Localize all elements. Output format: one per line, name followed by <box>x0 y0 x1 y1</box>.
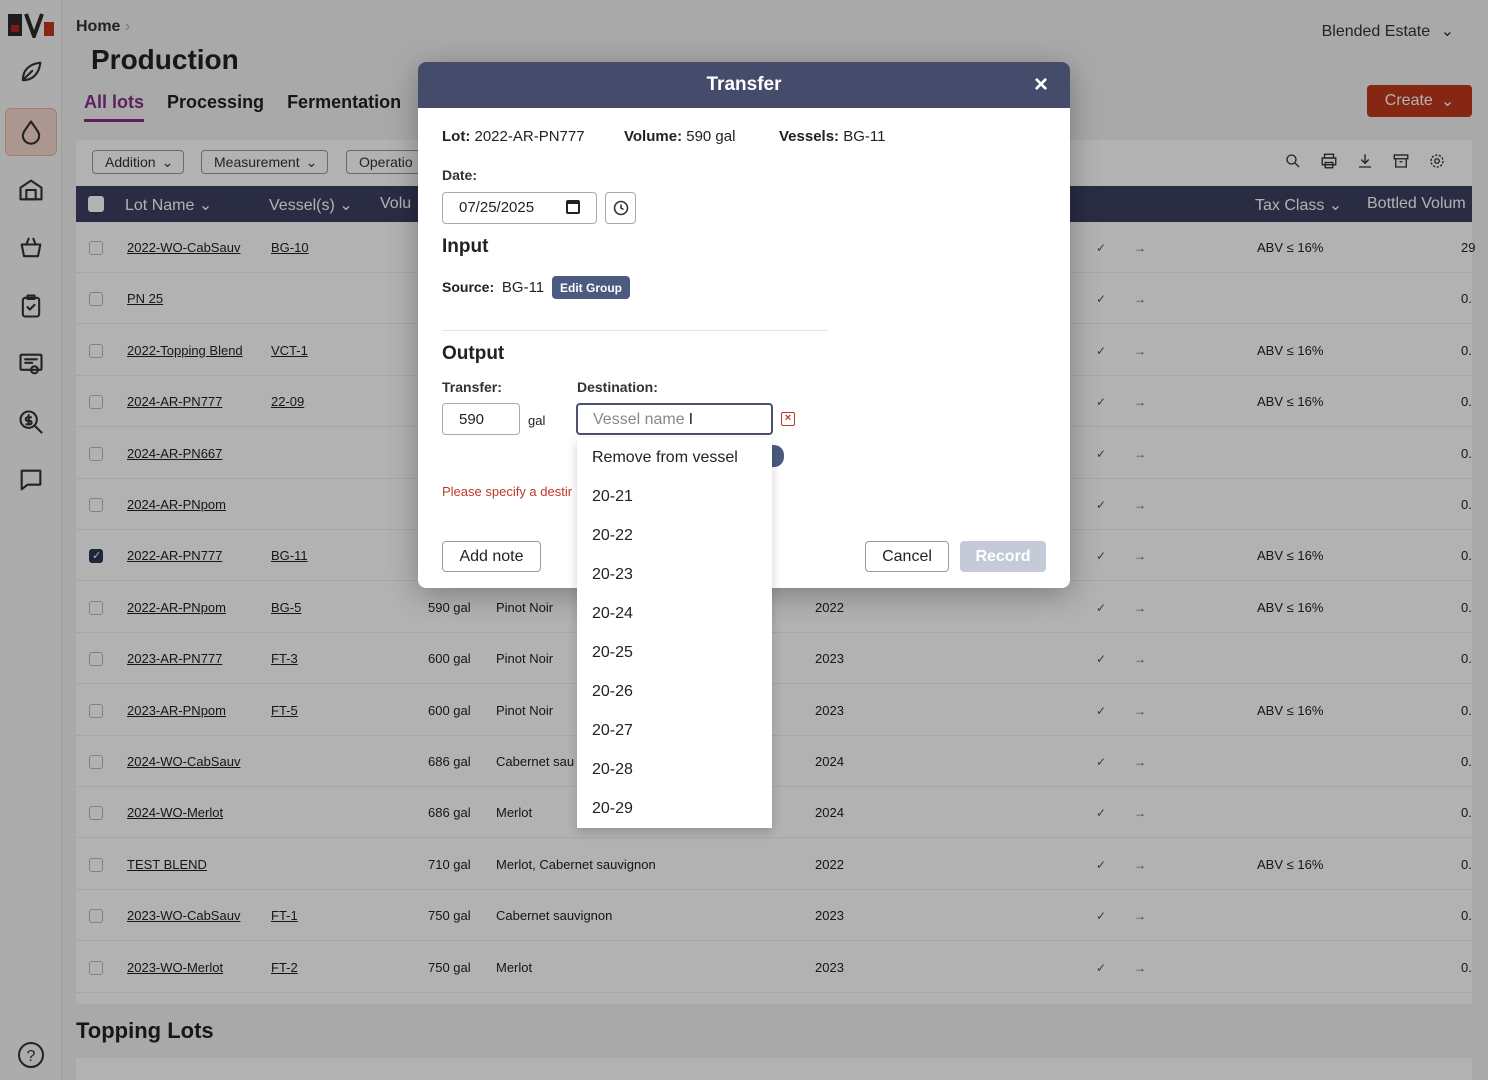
transfer-amount-input[interactable]: 590 <box>442 403 520 435</box>
dropdown-item[interactable]: 20-28 <box>577 750 772 789</box>
destination-dropdown: Remove from vessel 20-21 20-22 20-23 20-… <box>577 438 772 828</box>
dropdown-item[interactable]: 20-23 <box>577 555 772 594</box>
dropdown-item[interactable]: 20-21 <box>577 477 772 516</box>
error-message: Please specify a destir <box>442 484 573 499</box>
divider <box>442 330 828 331</box>
close-icon[interactable]: × <box>1030 73 1052 97</box>
volume-info: Volume: 590 gal <box>624 128 736 145</box>
input-section-title: Input <box>442 236 489 257</box>
destination-label: Destination: <box>577 379 658 395</box>
vessels-info: Vessels: BG-11 <box>779 128 886 145</box>
record-button[interactable]: Record <box>960 541 1046 572</box>
clear-destination-icon[interactable]: × <box>781 412 795 426</box>
lot-info: Lot: 2022-AR-PN777 <box>442 128 585 145</box>
cancel-button[interactable]: Cancel <box>865 541 949 572</box>
source-info: Source: BG-11 <box>442 279 545 296</box>
transfer-label: Transfer: <box>442 379 502 395</box>
modal-title: Transfer <box>706 74 782 95</box>
date-input[interactable]: 07/25/2025 <box>442 192 597 224</box>
dropdown-item[interactable]: 20-25 <box>577 633 772 672</box>
dropdown-item[interactable]: 20-26 <box>577 672 772 711</box>
clock-button[interactable] <box>605 192 636 224</box>
dropdown-item-remove[interactable]: Remove from vessel <box>577 438 772 477</box>
transfer-unit: gal <box>528 413 546 428</box>
destination-input[interactable]: Vessel name I <box>576 403 773 435</box>
clock-icon <box>613 200 628 216</box>
dropdown-item[interactable]: 20-29 <box>577 789 772 828</box>
date-label: Date: <box>442 167 478 183</box>
output-section-title: Output <box>442 343 505 364</box>
dropdown-item[interactable]: 20-27 <box>577 711 772 750</box>
modal-header: Transfer × <box>418 62 1070 108</box>
dropdown-item[interactable]: 20-22 <box>577 516 772 555</box>
dropdown-item[interactable]: 20-24 <box>577 594 772 633</box>
calendar-icon[interactable] <box>566 200 580 214</box>
edit-group-button[interactable]: Edit Group <box>552 276 630 299</box>
add-note-button[interactable]: Add note <box>442 541 541 572</box>
